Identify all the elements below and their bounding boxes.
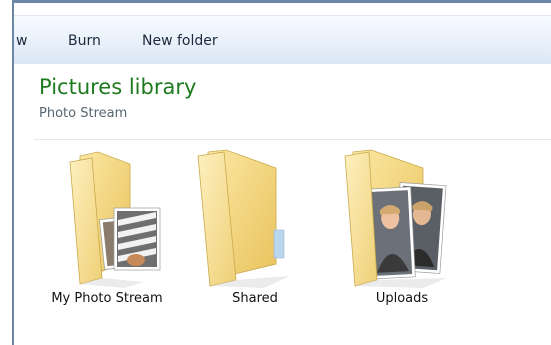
library-header: Pictures library Photo Stream — [14, 64, 551, 139]
folder-with-photos-icon — [69, 151, 161, 288]
library-title: Pictures library — [39, 75, 197, 99]
folder-my-photo-stream[interactable]: My Photo Stream — [32, 148, 182, 318]
folder-label: Shared — [232, 291, 278, 306]
new-folder-button[interactable]: New folder — [142, 32, 218, 50]
header-divider — [34, 139, 551, 140]
library-subtitle[interactable]: Photo Stream — [39, 106, 127, 122]
burn-button[interactable]: Burn — [68, 32, 101, 50]
folder-with-portraits-icon — [344, 149, 447, 288]
folder-label: Uploads — [375, 291, 429, 306]
folder-shared[interactable]: Shared — [180, 148, 330, 318]
truncated-toolbar-button[interactable]: w — [16, 32, 27, 50]
explorer-window: w Burn New folder Pictures library Photo… — [14, 3, 551, 345]
folder-uploads[interactable]: Uploads — [327, 148, 477, 318]
folder-icon — [197, 149, 290, 288]
folder-label: My Photo Stream — [51, 291, 163, 306]
command-bar: w Burn New folder — [14, 15, 551, 65]
